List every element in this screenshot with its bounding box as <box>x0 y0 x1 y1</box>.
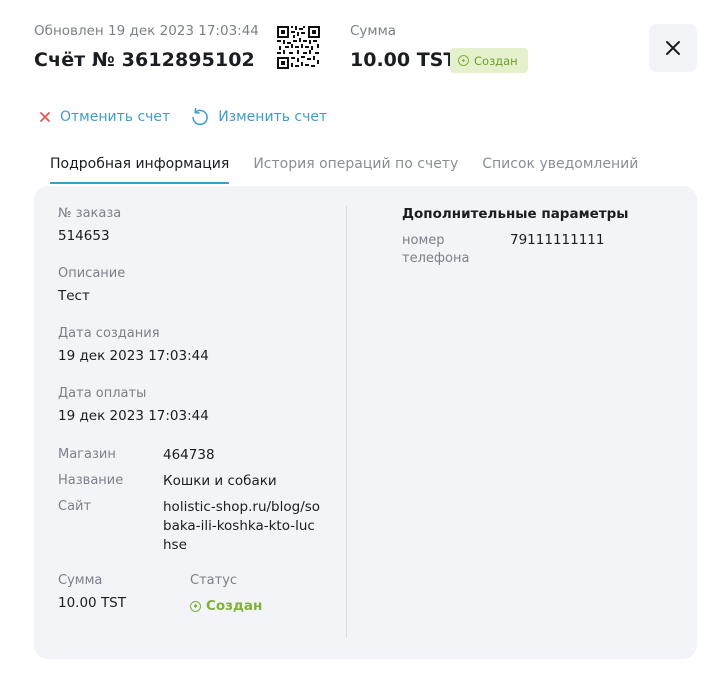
status-value-text: Создан <box>206 598 263 614</box>
tab-bar: Подробная информация История операций по… <box>50 156 662 184</box>
status-badge: Создан <box>450 48 528 73</box>
order-number-label: № заказа <box>58 206 122 221</box>
updated-timestamp: Обновлен 19 дек 2023 17:03:44 <box>34 23 259 39</box>
shop-value: 464738 <box>163 447 215 463</box>
invoice-actions: Отменить счет Изменить счет <box>38 107 347 127</box>
refresh-icon <box>192 108 209 126</box>
status-label: Статус <box>190 573 238 588</box>
invoice-title: Счёт № 3612895102 <box>34 49 255 71</box>
cancel-icon <box>40 112 50 122</box>
phone-label: номер телефона <box>402 233 470 266</box>
sum-label: Сумма <box>350 23 397 39</box>
phone-value: 79111111111 <box>510 232 605 248</box>
tab-details[interactable]: Подробная информация <box>50 156 230 184</box>
amount-value: 10.00 TST <box>58 595 127 611</box>
order-number-value: 514653 <box>58 228 110 244</box>
details-panel: № заказа 514653 Описание Тест Дата созда… <box>34 186 697 659</box>
site-value: holistic-shop.ru/blog/sobaka-ili-koshka-… <box>163 499 321 553</box>
tab-notifications[interactable]: Список уведомлений <box>482 156 638 184</box>
qr-code-icon[interactable] <box>276 25 321 70</box>
created-date-label: Дата создания <box>58 326 160 341</box>
sum-value: 10.00 TST <box>350 49 457 71</box>
created-date-value: 19 дек 2023 17:03:44 <box>58 348 209 364</box>
close-icon <box>666 41 680 55</box>
cancel-invoice-label: Отменить счет <box>60 109 171 125</box>
edit-invoice-label: Изменить счет <box>218 109 328 125</box>
plus-circle-icon <box>458 55 469 66</box>
tab-operations-history[interactable]: История операций по счету <box>253 156 458 184</box>
status-badge-label: Создан <box>474 53 518 68</box>
close-button[interactable] <box>649 24 697 72</box>
edit-invoice-button[interactable]: Изменить счет <box>190 107 327 127</box>
payment-date-value: 19 дек 2023 17:03:44 <box>58 408 209 424</box>
cancel-invoice-button[interactable]: Отменить счет <box>38 109 170 125</box>
status-value: Создан <box>190 598 262 614</box>
extra-params-title: Дополнительные параметры <box>402 206 629 222</box>
column-divider <box>346 206 347 638</box>
site-label: Сайт <box>58 499 92 514</box>
description-label: Описание <box>58 266 126 281</box>
shop-label: Магазин <box>58 447 116 462</box>
shop-name-label: Название <box>58 473 124 488</box>
plus-circle-icon <box>190 600 201 612</box>
amount-label: Сумма <box>58 573 103 588</box>
payment-date-label: Дата оплаты <box>58 386 147 401</box>
shop-name-value: Кошки и собаки <box>163 473 277 489</box>
description-value: Тест <box>58 288 90 304</box>
